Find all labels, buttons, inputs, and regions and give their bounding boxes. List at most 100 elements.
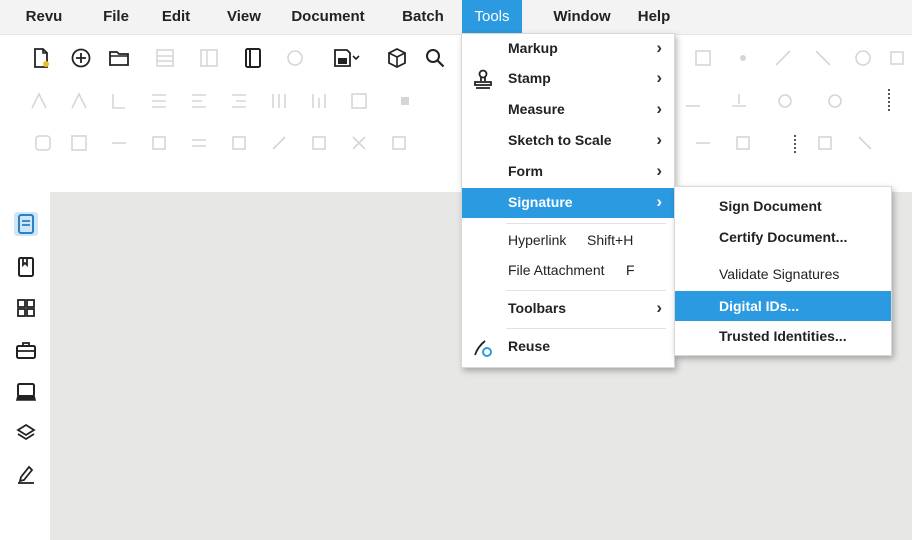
menu-separator	[506, 223, 666, 224]
shortcut-label: Shift+H	[587, 232, 634, 248]
disabled-tool-icon	[282, 45, 308, 71]
bookmarks-icon[interactable]	[14, 255, 38, 279]
menu-item-stamp[interactable]: Stamp ›	[462, 64, 674, 94]
disabled-tool-icon	[306, 130, 332, 156]
edit-toolbar	[0, 121, 912, 165]
menu-item-measure[interactable]: Measure ›	[462, 95, 674, 125]
menu-item-label: Signature	[508, 194, 573, 210]
menu-item-label: Toolbars	[508, 300, 567, 316]
menu-item-file-attachment[interactable]: File Attachment F	[462, 256, 674, 286]
disabled-tool-icon	[26, 88, 52, 114]
signatures-icon[interactable]	[14, 462, 38, 486]
chevron-right-icon: ›	[656, 68, 662, 87]
left-panel-bar	[0, 192, 50, 540]
menu-separator	[506, 290, 666, 291]
signature-submenu: Sign Document Certify Document... Valida…	[674, 186, 892, 356]
disabled-tool-icon	[730, 45, 756, 71]
disabled-tool-icon	[690, 45, 716, 71]
menu-item-label: Trusted Identities...	[719, 328, 847, 344]
menu-item-label: Sketch to Scale	[508, 132, 612, 148]
menu-item-label: Sign Document	[719, 198, 822, 214]
book-icon[interactable]	[240, 45, 266, 71]
grid-icon[interactable]	[14, 296, 38, 320]
chevron-right-icon: ›	[656, 298, 662, 317]
disabled-tool-icon	[266, 130, 292, 156]
menu-item-label: Hyperlink	[508, 232, 567, 248]
package-icon[interactable]	[384, 45, 410, 71]
disabled-tool-icon	[266, 88, 292, 114]
menu-separator	[506, 328, 666, 329]
chevron-right-icon: ›	[656, 99, 662, 118]
disabled-tool-icon	[770, 45, 796, 71]
reuse-icon	[472, 336, 494, 361]
disabled-tool-icon	[226, 130, 252, 156]
disabled-tool-icon	[30, 130, 56, 156]
toolbar-grip[interactable]	[794, 135, 799, 153]
disabled-tool-icon	[66, 130, 92, 156]
menu-item-reuse[interactable]: Reuse	[462, 332, 674, 362]
toolbar-grip[interactable]	[888, 89, 893, 111]
menu-item-form[interactable]: Form ›	[462, 157, 674, 187]
menu-item-label: Measure	[508, 101, 565, 117]
search-icon[interactable]	[422, 45, 448, 71]
disabled-tool-icon	[772, 88, 798, 114]
menu-view[interactable]: View	[218, 0, 270, 34]
menu-item-label: Stamp	[508, 70, 551, 86]
menu-document[interactable]: Document	[284, 0, 372, 34]
menu-item-certify-document[interactable]: Certify Document...	[675, 222, 891, 252]
disabled-tool-icon	[226, 88, 252, 114]
disabled-tool-icon	[186, 130, 212, 156]
new-document-icon[interactable]	[28, 45, 54, 71]
shortcut-label: F	[626, 262, 635, 278]
disabled-tool-icon	[810, 45, 836, 71]
disabled-tool-icon	[730, 130, 756, 156]
disabled-tool-icon	[306, 88, 332, 114]
disabled-tool-icon	[66, 88, 92, 114]
disabled-tool-icon	[850, 45, 876, 71]
menu-help[interactable]: Help	[628, 0, 680, 34]
markup-toolbar	[0, 81, 912, 121]
menu-revu[interactable]: Revu	[20, 0, 68, 34]
menu-item-validate-signatures[interactable]: Validate Signatures	[675, 259, 891, 289]
disabled-tool-icon	[152, 45, 178, 71]
menu-item-sketch-to-scale[interactable]: Sketch to Scale ›	[462, 126, 674, 156]
chevron-right-icon: ›	[656, 192, 662, 211]
toolchest-icon[interactable]	[14, 338, 38, 362]
menu-window[interactable]: Window	[542, 0, 622, 34]
disabled-tool-icon	[146, 88, 172, 114]
menu-batch[interactable]: Batch	[392, 0, 454, 34]
stamp-icon	[472, 68, 494, 93]
disabled-tool-icon	[106, 130, 132, 156]
menu-item-sign-document[interactable]: Sign Document	[675, 191, 891, 221]
main-toolbar	[0, 35, 912, 81]
menu-item-markup[interactable]: Markup ›	[462, 34, 674, 64]
menu-item-label: Markup	[508, 40, 558, 56]
save-as-icon[interactable]	[330, 45, 364, 71]
chevron-right-icon: ›	[656, 130, 662, 149]
menu-item-hyperlink[interactable]: Hyperlink Shift+H	[462, 226, 674, 256]
disabled-tool-icon	[726, 88, 752, 114]
library-icon[interactable]	[14, 380, 38, 404]
menu-file[interactable]: File	[92, 0, 140, 34]
menu-edit[interactable]: Edit	[152, 0, 200, 34]
menu-item-label: Certify Document...	[719, 229, 848, 245]
disabled-tool-icon	[346, 88, 372, 114]
disabled-tool-icon	[346, 130, 372, 156]
menu-item-trusted-identities[interactable]: Trusted Identities...	[675, 321, 891, 351]
disabled-tool-icon	[680, 88, 706, 114]
disabled-tool-icon	[106, 88, 132, 114]
menu-item-signature[interactable]: Signature ›	[462, 188, 674, 218]
thumbnails-icon[interactable]	[14, 212, 38, 236]
disabled-tool-icon	[146, 130, 172, 156]
tools-menu: Markup › Stamp › Measure › Sketch to Sca…	[461, 33, 675, 368]
add-circle-icon[interactable]	[68, 45, 94, 71]
menu-bar: Revu File Edit View Document Batch Tools…	[0, 0, 912, 35]
menu-item-label: File Attachment	[508, 262, 605, 278]
layers-icon[interactable]	[14, 421, 38, 445]
open-folder-icon[interactable]	[106, 45, 132, 71]
disabled-tool-icon	[822, 88, 848, 114]
menu-item-digital-ids[interactable]: Digital IDs...	[675, 291, 891, 321]
disabled-tool-icon	[812, 130, 838, 156]
menu-tools[interactable]: Tools	[462, 0, 522, 34]
menu-item-toolbars[interactable]: Toolbars ›	[462, 294, 674, 324]
